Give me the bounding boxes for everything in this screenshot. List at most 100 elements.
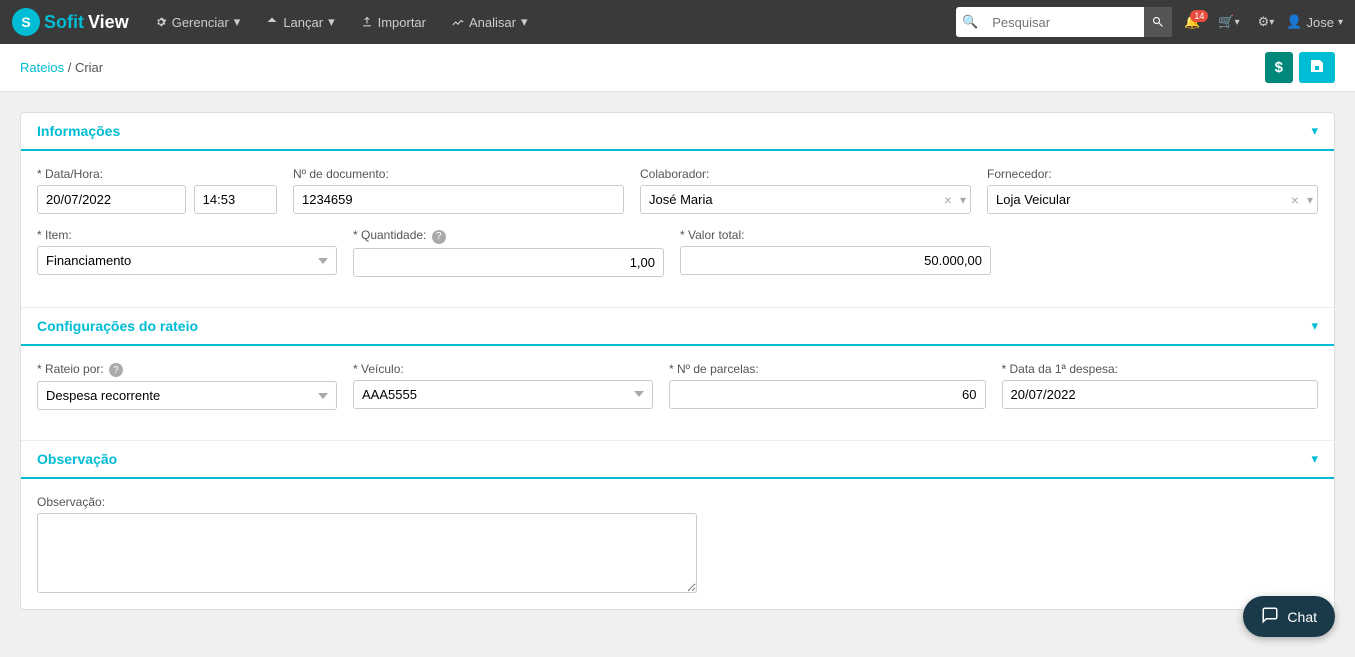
nav-analisar[interactable]: Analisar ▾ xyxy=(442,0,538,44)
breadcrumb-current: Criar xyxy=(75,60,103,75)
fornecedor-arrow-btn[interactable]: ▾ xyxy=(1303,193,1317,207)
save-button[interactable] xyxy=(1299,52,1335,83)
quantidade-help-icon[interactable]: ? xyxy=(432,230,446,244)
data-hora-group: * Data/Hora: xyxy=(37,167,277,214)
chat-label: Chat xyxy=(1287,609,1317,625)
rateio-por-group: * Rateio por: ? Despesa recorrente xyxy=(37,362,337,411)
observacao-section-header[interactable]: Observação ▾ xyxy=(21,441,1334,479)
floppy-icon xyxy=(1309,58,1325,74)
item-group: * Item: Financiamento xyxy=(37,228,337,277)
colaborador-label: Colaborador: xyxy=(640,167,971,181)
informacoes-row-2: * Item: Financiamento * Quantidade: ? * … xyxy=(37,228,1318,277)
brand-sofit: Sofit xyxy=(44,12,84,33)
user-name: Jose xyxy=(1307,15,1334,30)
nav-lancar-label: Lançar xyxy=(283,15,323,30)
settings-icon-btn[interactable]: ⚙ ▾ xyxy=(1252,14,1281,30)
colaborador-arrow-btn[interactable]: ▾ xyxy=(956,193,970,207)
datetime-inputs xyxy=(37,185,277,214)
hora-input[interactable] xyxy=(194,185,277,214)
chat-button[interactable]: Chat xyxy=(1243,596,1335,637)
informacoes-title: Informações xyxy=(37,123,120,139)
observacao-collapse-icon[interactable]: ▾ xyxy=(1311,451,1318,467)
search-submit-icon xyxy=(1152,16,1164,28)
valor-total-label: * Valor total: xyxy=(680,228,991,242)
item-select[interactable]: Financiamento xyxy=(37,246,337,275)
observacao-textarea[interactable] xyxy=(37,513,697,593)
cart-arrow: ▾ xyxy=(1235,17,1240,28)
nav-lancar-arrow: ▾ xyxy=(328,14,335,30)
valor-total-input[interactable] xyxy=(680,246,991,275)
breadcrumb: Rateios / Criar xyxy=(20,60,103,75)
quantidade-input[interactable] xyxy=(353,248,664,277)
notification-bell[interactable]: 🔔 14 xyxy=(1178,14,1206,30)
informacoes-row-1: * Data/Hora: Nº de documento: Colaborado… xyxy=(37,167,1318,214)
search-input[interactable] xyxy=(984,15,1144,30)
fornecedor-select[interactable]: × ▾ xyxy=(987,185,1318,214)
search-button[interactable] xyxy=(1144,7,1172,37)
breadcrumb-bar: Rateios / Criar $ xyxy=(0,44,1355,92)
rateio-help-icon[interactable]: ? xyxy=(109,363,123,377)
observacao-label: Observação: xyxy=(37,495,697,509)
data-hora-label: * Data/Hora: xyxy=(37,167,277,181)
user-menu[interactable]: 👤 Jose ▾ xyxy=(1286,14,1343,30)
nav-analisar-arrow: ▾ xyxy=(521,14,528,30)
arrow-icon xyxy=(266,16,278,28)
settings-arrow: ▾ xyxy=(1269,17,1274,28)
observacao-body: Observação: xyxy=(21,479,1334,609)
configuracoes-collapse-icon[interactable]: ▾ xyxy=(1311,318,1318,334)
gear-icon xyxy=(155,16,167,28)
num-parcelas-label: * Nº de parcelas: xyxy=(669,362,986,376)
fornecedor-group: Fornecedor: × ▾ xyxy=(987,167,1318,214)
user-icon: 👤 xyxy=(1286,14,1302,30)
colaborador-clear-btn[interactable]: × xyxy=(940,192,956,208)
save-icon xyxy=(1309,58,1325,77)
upload-icon xyxy=(361,16,373,28)
search-box[interactable]: 🔍 xyxy=(956,7,1172,37)
colaborador-group: Colaborador: × ▾ xyxy=(640,167,971,214)
configuracoes-section-header[interactable]: Configurações do rateio ▾ xyxy=(21,308,1334,346)
data-input[interactable] xyxy=(37,185,186,214)
form-card: Informações ▾ * Data/Hora: Nº de documen… xyxy=(20,112,1335,610)
quantidade-label: * Quantidade: ? xyxy=(353,228,664,244)
configuracoes-body: * Rateio por: ? Despesa recorrente * Veí… xyxy=(21,346,1334,441)
navbar-right: 🔍 🔔 14 🛒 ▾ ⚙ ▾ 👤 Jose ▾ xyxy=(956,7,1343,37)
nav-gerenciar[interactable]: Gerenciar ▾ xyxy=(145,0,251,44)
num-parcelas-input[interactable] xyxy=(669,380,986,409)
breadcrumb-parent-link[interactable]: Rateios xyxy=(20,60,64,75)
rateio-por-label: * Rateio por: ? xyxy=(37,362,337,378)
fornecedor-input[interactable] xyxy=(988,186,1287,213)
data-1a-group: * Data da 1ª despesa: xyxy=(1002,362,1319,411)
nav-lancar[interactable]: Lançar ▾ xyxy=(256,0,344,44)
brand-logo[interactable]: S Sofit View xyxy=(12,8,129,36)
valor-total-group: * Valor total: xyxy=(680,228,991,277)
observacao-group: Observação: xyxy=(37,495,697,593)
quantidade-group: * Quantidade: ? xyxy=(353,228,664,277)
veiculo-select[interactable]: AAA5555 xyxy=(353,380,653,409)
informacoes-section-header[interactable]: Informações ▾ xyxy=(21,113,1334,151)
fornecedor-label: Fornecedor: xyxy=(987,167,1318,181)
informacoes-body: * Data/Hora: Nº de documento: Colaborado… xyxy=(21,151,1334,307)
dollar-button[interactable]: $ xyxy=(1265,52,1293,83)
data-1a-input[interactable] xyxy=(1002,380,1319,409)
fornecedor-clear-btn[interactable]: × xyxy=(1287,192,1303,208)
num-doc-input[interactable] xyxy=(293,185,624,214)
cart-icon-btn[interactable]: 🛒 ▾ xyxy=(1212,14,1245,30)
colaborador-input[interactable] xyxy=(641,186,940,213)
user-arrow: ▾ xyxy=(1338,17,1343,28)
navbar: S Sofit View Gerenciar ▾ Lançar ▾ Import… xyxy=(0,0,1355,44)
configuracoes-row-1: * Rateio por: ? Despesa recorrente * Veí… xyxy=(37,362,1318,411)
search-left-icon: 🔍 xyxy=(956,14,984,30)
nav-importar-label: Importar xyxy=(378,15,426,30)
chat-icon xyxy=(1261,606,1279,627)
num-doc-group: Nº de documento: xyxy=(293,167,624,214)
veiculo-group: * Veículo: AAA5555 xyxy=(353,362,653,411)
rateio-por-select[interactable]: Despesa recorrente xyxy=(37,381,337,410)
informacoes-collapse-icon[interactable]: ▾ xyxy=(1311,123,1318,139)
colaborador-select[interactable]: × ▾ xyxy=(640,185,971,214)
breadcrumb-separator: / xyxy=(68,60,75,75)
nav-gerenciar-arrow: ▾ xyxy=(234,14,241,30)
num-parcelas-group: * Nº de parcelas: xyxy=(669,362,986,411)
num-doc-label: Nº de documento: xyxy=(293,167,624,181)
main-content: Informações ▾ * Data/Hora: Nº de documen… xyxy=(0,92,1355,630)
nav-importar[interactable]: Importar xyxy=(351,0,436,44)
